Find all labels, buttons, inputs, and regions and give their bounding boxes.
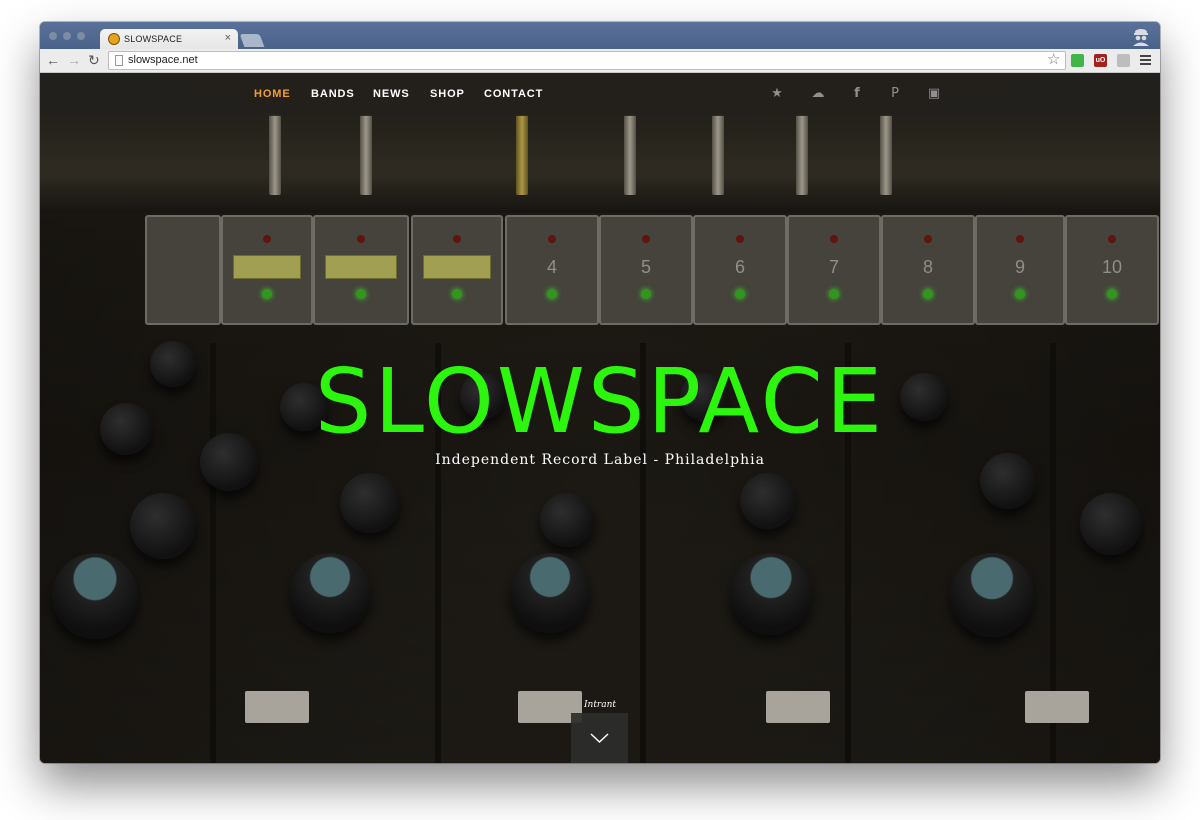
slowspace-favicon-icon [108, 33, 120, 45]
scroll-down-button[interactable] [571, 713, 628, 763]
photo-credit: Intrant [583, 700, 617, 710]
chevron-down-icon [590, 733, 609, 744]
new-tab-button[interactable] [239, 34, 265, 47]
gray-extension-icon[interactable] [1117, 54, 1130, 67]
nav-home[interactable]: HOME [254, 88, 291, 100]
nav-bands[interactable]: BANDS [311, 88, 355, 100]
hero-subtitle: Independent Record Label - Philadelphia [435, 452, 765, 468]
tab-title: SLOWSPACE [124, 34, 183, 44]
title-bar: SLOWSPACE × [40, 22, 1160, 49]
nav-news[interactable]: NEWS [373, 88, 410, 100]
url-text[interactable]: slowspace.net [128, 54, 198, 66]
bookmark-star-icon[interactable]: ☆ [1047, 52, 1060, 67]
site-nav-bar: HOME BANDS NEWS SHOP CONTACT ★ ☁ f P ▣ [40, 73, 1160, 116]
ublock-extension-icon[interactable]: uO [1094, 54, 1107, 67]
minimize-window-button[interactable] [63, 32, 71, 40]
nav-shop[interactable]: SHOP [430, 88, 465, 100]
close-window-button[interactable] [49, 32, 57, 40]
back-arrow-icon[interactable]: ← [46, 52, 60, 68]
twitter-icon[interactable]: ★ [768, 85, 786, 103]
pinterest-icon[interactable]: P [886, 85, 904, 103]
browser-toolbar: ← → ↻ slowspace.net ☆ uO [40, 49, 1160, 73]
tab-close-icon[interactable]: × [225, 32, 231, 44]
soundcloud-icon[interactable]: ☁ [809, 85, 827, 103]
page-icon [115, 55, 123, 66]
page-viewport: 4 5 6 7 8 9 10 HOME BANDS NEWS SHOP CONT… [40, 73, 1160, 763]
facebook-icon[interactable]: f [848, 85, 866, 103]
instagram-icon[interactable]: ▣ [925, 85, 943, 103]
incognito-profile-icon[interactable] [1130, 25, 1152, 47]
forward-arrow-icon[interactable]: → [67, 52, 81, 68]
browser-window: SLOWSPACE × ← → ↻ slowspace.net ☆ uO 4 5… [40, 22, 1160, 763]
hero-title: SLOWSPACE [314, 349, 886, 453]
browser-tab[interactable]: SLOWSPACE × [100, 29, 238, 49]
nav-contact[interactable]: CONTACT [484, 88, 543, 100]
address-bar[interactable]: slowspace.net [108, 51, 1066, 70]
zoom-window-button[interactable] [77, 32, 85, 40]
green-extension-icon[interactable] [1071, 54, 1084, 67]
reload-icon[interactable]: ↻ [88, 52, 100, 68]
chrome-menu-icon[interactable] [1140, 55, 1151, 66]
